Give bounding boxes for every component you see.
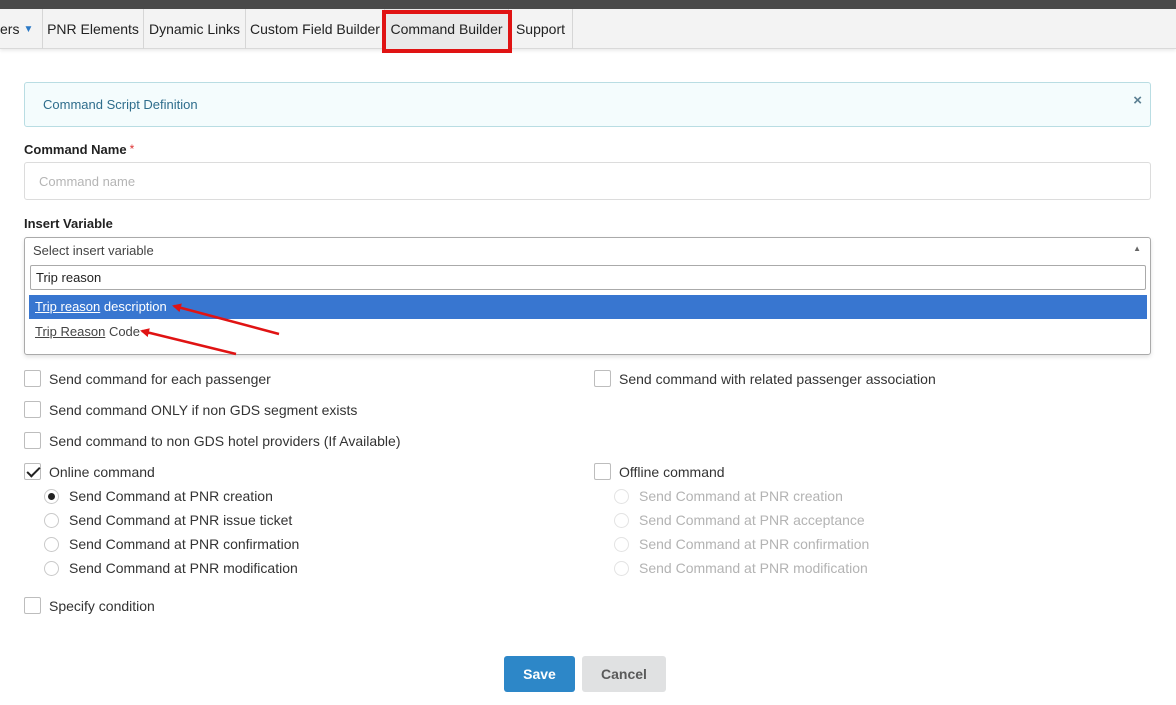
checkbox-box[interactable] [24,370,41,387]
radio-label: Send Command at PNR creation [639,488,843,504]
select-current-value[interactable]: Select insert variable ▲ [25,238,1150,263]
select-placeholder: Select insert variable [33,243,154,258]
non-gds-segment-checkbox[interactable]: Send command ONLY if non GDS segment exi… [24,401,357,418]
checkbox-box[interactable] [24,463,41,480]
cancel-button[interactable]: Cancel [582,656,666,692]
command-name-input[interactable] [24,162,1151,200]
checkbox-label: Send command for each passenger [49,370,271,387]
nav-item-dynamic-links[interactable]: Dynamic Links [144,9,246,49]
radio-label: Send Command at PNR modification [69,560,298,576]
chevron-down-icon: ▼ [23,23,34,35]
offline-command-checkbox[interactable]: Offline command [594,463,725,480]
variable-search-input[interactable] [30,265,1146,290]
checkbox-box[interactable] [24,597,41,614]
checkbox-label: Send command with related passenger asso… [619,370,936,387]
related-association-checkbox[interactable]: Send command with related passenger asso… [594,370,936,387]
offline-radio-pnr-creation: Send Command at PNR creation [614,488,843,504]
radio-label: Send Command at PNR acceptance [639,512,865,528]
nav-item-pnr-elements[interactable]: PNR Elements [43,9,144,49]
radio-button [614,560,629,576]
nav-item-label: Dynamic Links [148,21,241,37]
checkbox-box[interactable] [594,370,611,387]
save-button[interactable]: Save [504,656,575,692]
radio-button [614,536,629,552]
radio-label: Send Command at PNR confirmation [69,536,300,552]
required-marker: * [129,142,135,156]
option-trip-reason-description[interactable]: Trip reason description [29,295,1147,319]
command-name-label: Command Name * [24,142,134,157]
radio-label: Send Command at PNR issue ticket [69,512,293,528]
checkbox-label: Specify condition [49,597,155,614]
checkbox-label: Send command to non GDS hotel providers … [49,432,401,449]
panel-title: Command Script Definition [43,97,198,112]
radio-button[interactable] [44,560,59,576]
offline-radio-pnr-acceptance: Send Command at PNR acceptance [614,512,865,528]
online-radio-pnr-confirmation[interactable]: Send Command at PNR confirmation [44,536,299,552]
specify-condition-checkbox[interactable]: Specify condition [24,597,155,614]
main-nav: ers ▼ PNR Elements Dynamic Links Custom … [0,9,1176,49]
radio-label: Send Command at PNR creation [69,488,273,504]
online-command-checkbox[interactable]: Online command [24,463,155,480]
radio-button[interactable] [44,488,59,504]
radio-button[interactable] [44,512,59,528]
nav-item-support[interactable]: Support [509,9,573,49]
checkbox-label: Send command ONLY if non GDS segment exi… [49,401,358,418]
radio-button [614,512,629,528]
checkbox-label: Online command [49,463,155,480]
command-name-label-text: Command Name [24,142,127,157]
radio-label: Send Command at PNR modification [639,560,868,576]
option-rest-text: Code [105,324,141,339]
online-radio-pnr-issue-ticket[interactable]: Send Command at PNR issue ticket [44,512,292,528]
close-icon[interactable]: × [1133,92,1142,109]
top-bar [0,0,1176,9]
radio-button [614,488,629,504]
insert-variable-select[interactable]: Select insert variable ▲ Trip reason des… [24,237,1151,355]
info-panel: Command Script Definition × [24,82,1151,127]
checkbox-box[interactable] [24,401,41,418]
option-trip-reason-code[interactable]: Trip Reason Code [29,320,1147,344]
offline-radio-pnr-confirmation: Send Command at PNR confirmation [614,536,869,552]
option-rest-text: description [100,299,167,314]
offline-radio-pnr-modification: Send Command at PNR modification [614,560,868,576]
checkbox-label: Offline command [619,463,725,480]
online-radio-pnr-creation[interactable]: Send Command at PNR creation [44,488,273,504]
non-gds-hotel-checkbox[interactable]: Send command to non GDS hotel providers … [24,432,400,449]
online-radio-pnr-modification[interactable]: Send Command at PNR modification [44,560,298,576]
nav-item-label: Command Builder [390,21,503,37]
radio-label: Send Command at PNR confirmation [639,536,870,552]
nav-item-overflow[interactable]: ers ▼ [0,9,43,49]
checkbox-box[interactable] [594,463,611,480]
nav-item-label: PNR Elements [47,21,139,37]
nav-item-label: Custom Field Builder [250,21,380,37]
insert-variable-label: Insert Variable [24,216,113,231]
nav-item-label: ers [0,21,20,37]
option-match-text: Trip Reason [35,324,106,339]
checkbox-box[interactable] [24,432,41,449]
nav-item-command-builder[interactable]: Command Builder [385,9,509,49]
caret-up-icon: ▲ [1133,244,1141,253]
nav-item-label: Support [515,21,566,37]
nav-item-custom-field-builder[interactable]: Custom Field Builder [246,9,385,49]
option-match-text: Trip reason [35,299,101,314]
radio-button[interactable] [44,536,59,552]
each-passenger-checkbox[interactable]: Send command for each passenger [24,370,271,387]
